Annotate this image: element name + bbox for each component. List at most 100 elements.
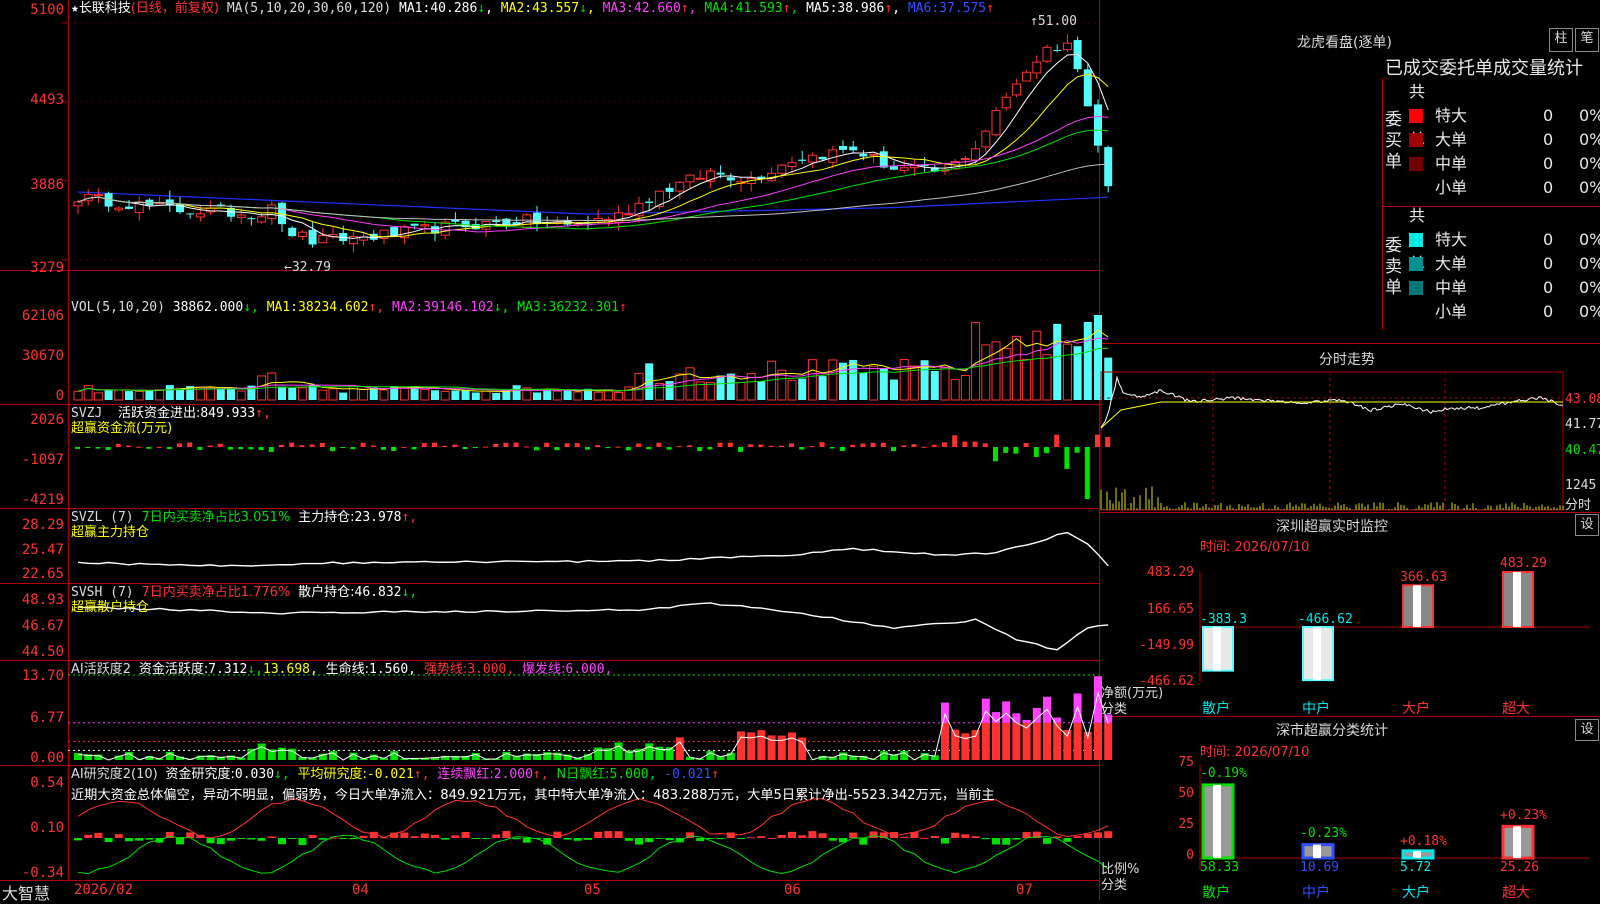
stock-name: 长联科技 bbox=[79, 1, 131, 16]
candle-body-up bbox=[421, 225, 429, 226]
svsh-tick-1: 46.67 bbox=[0, 618, 64, 634]
research-bar bbox=[1094, 832, 1102, 838]
sz-monitor-settings-button[interactable]: 设 bbox=[1575, 514, 1599, 536]
research-bar bbox=[931, 836, 939, 838]
intraday-title: 分时走势 bbox=[1319, 349, 1375, 369]
ai-tick-1: 6.77 bbox=[0, 710, 64, 726]
research-bar bbox=[941, 838, 949, 844]
svzj-bar bbox=[452, 445, 457, 447]
research-bar bbox=[411, 836, 419, 838]
ai-bar bbox=[278, 748, 286, 760]
buy-xl-swatch bbox=[1409, 109, 1423, 123]
svzj-bar bbox=[514, 443, 519, 447]
svzj-bar bbox=[993, 447, 998, 461]
volume-bar-up bbox=[706, 382, 714, 400]
volume-bar-down bbox=[125, 391, 133, 400]
vol-tick-1: 30670 bbox=[0, 348, 64, 364]
research-bars bbox=[74, 799, 1112, 874]
high-price-label: ↑51.00 bbox=[1030, 14, 1077, 29]
volume-bar-up bbox=[482, 391, 490, 400]
candle-body-up bbox=[982, 131, 990, 147]
volume-bar-up bbox=[380, 390, 388, 400]
volume-bar-down bbox=[533, 392, 541, 400]
candle-body-down bbox=[645, 202, 653, 203]
svzj-panel-header: SVZJ 活跃资金进出:849.933↑, bbox=[71, 406, 271, 422]
bar-view-button[interactable]: 柱 bbox=[1549, 28, 1573, 52]
svzj-bar bbox=[656, 443, 661, 447]
res-tick-1: 0.10 bbox=[0, 820, 64, 836]
svzj-bar bbox=[483, 447, 488, 448]
research-bar bbox=[441, 838, 449, 840]
svsh-panel-header: SVSH (7) 7日内买卖净占比1.776% 散户持仓:46.832↓, bbox=[71, 585, 417, 601]
volume-bar-down bbox=[513, 385, 521, 400]
candle-body-down bbox=[186, 213, 194, 214]
volume-bar-down bbox=[717, 376, 725, 400]
cls-chg-1: -0.23% bbox=[1300, 826, 1347, 841]
volume-bar-up bbox=[115, 390, 123, 400]
research-bar bbox=[431, 835, 439, 838]
vol-panel-header: VOL(5,10,20) 38862.000↓, MA1:38234.602↑,… bbox=[71, 300, 627, 316]
volume-bar-down bbox=[849, 360, 857, 400]
volume-bar-up bbox=[94, 393, 102, 400]
ai-bar bbox=[737, 731, 745, 760]
ai-bar bbox=[1094, 723, 1102, 760]
svzj-bar bbox=[860, 444, 865, 447]
cls-tick-3: 0 bbox=[1150, 848, 1194, 863]
svzj-bar bbox=[932, 445, 937, 447]
research-bar bbox=[819, 833, 827, 838]
svzj-bar bbox=[197, 447, 202, 450]
sell-row: 中单 0 0% bbox=[1409, 276, 1599, 300]
research-bar bbox=[757, 836, 765, 838]
ai-bar bbox=[1033, 723, 1041, 760]
svzj-bar bbox=[830, 447, 835, 448]
candle-body-up bbox=[1023, 72, 1031, 81]
svzj-bar bbox=[401, 447, 406, 448]
brand-logo: 大智慧 bbox=[2, 880, 50, 904]
volume-bar-up bbox=[686, 368, 694, 400]
research-bar bbox=[1002, 838, 1010, 845]
research-bar bbox=[1104, 831, 1112, 838]
research-bar bbox=[74, 838, 82, 840]
svzj-bar bbox=[1085, 447, 1090, 499]
intraday-chart bbox=[1101, 372, 1563, 510]
cls-chg-0: -0.19% bbox=[1200, 766, 1247, 781]
research-bar bbox=[615, 831, 623, 838]
research-bar bbox=[594, 832, 602, 838]
tick-view-button[interactable]: 笔 bbox=[1575, 28, 1599, 52]
cls-cat-1: 中户 bbox=[1302, 882, 1330, 902]
ai-panel-header: AI活跃度2 资金活跃度:7.312↓,13.698, 生命线:1.560, 强… bbox=[71, 662, 612, 678]
research-bar bbox=[1043, 838, 1051, 844]
mon-val-3: 483.29 bbox=[1500, 556, 1547, 571]
candle-body-up bbox=[808, 155, 816, 162]
ai-bar bbox=[788, 732, 796, 760]
svzj-bar bbox=[299, 445, 304, 447]
ai-burst-bar bbox=[1023, 720, 1031, 723]
sz-class-settings-button[interactable]: 设 bbox=[1575, 719, 1599, 741]
volume-bar-up bbox=[972, 322, 980, 400]
cls-val-0: 58.33 bbox=[1200, 860, 1239, 875]
research-bar bbox=[584, 838, 592, 840]
price-panel-header: ★长联科技(日线，前复权) MA(5,10,20,30,60,120) MA1:… bbox=[71, 1, 994, 17]
x-label-0: 2026/02 bbox=[74, 882, 133, 898]
candle-body-up bbox=[1012, 84, 1020, 95]
candle-body-up bbox=[961, 159, 969, 160]
svzj-bar bbox=[779, 446, 784, 447]
research-bar bbox=[339, 838, 347, 839]
cls-cat-0: 散户 bbox=[1202, 882, 1230, 902]
research-bar bbox=[829, 838, 837, 841]
sell-xl-swatch bbox=[1409, 233, 1423, 247]
res-tick-2: -0.34 bbox=[0, 865, 64, 881]
period-label: (日线，前复权) bbox=[131, 1, 219, 16]
svzj-bar bbox=[646, 447, 651, 449]
svzj-bar bbox=[208, 445, 213, 447]
research-bar bbox=[604, 831, 612, 838]
main-chart-canvas[interactable] bbox=[0, 0, 1600, 900]
research-bar bbox=[523, 838, 531, 843]
candle-body-up bbox=[870, 154, 878, 155]
buy-total: 共 0单 bbox=[1409, 80, 1425, 104]
sell-total: 共 0单 bbox=[1409, 204, 1425, 228]
ai-bar bbox=[1002, 723, 1010, 760]
ma-label: MA(5,10,20,30,60,120) bbox=[227, 1, 391, 16]
cls-cat-3: 超大 bbox=[1502, 882, 1530, 902]
volume-bar-up bbox=[788, 380, 796, 400]
